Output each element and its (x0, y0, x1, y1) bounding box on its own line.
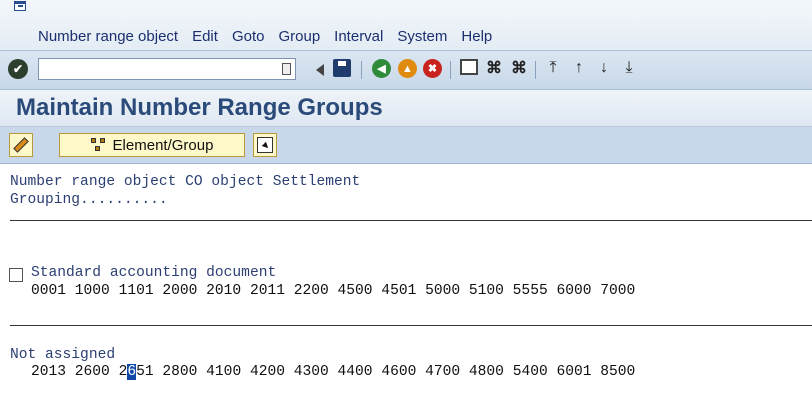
next-page-icon[interactable]: ↓ (594, 59, 614, 77)
divider (10, 325, 812, 326)
print-icon[interactable] (460, 59, 478, 75)
first-page-icon[interactable]: ⤒ (543, 59, 563, 77)
menu-system[interactable]: System (397, 28, 447, 45)
unassigned-numbers[interactable]: 2013 2600 2651 2800 4100 4200 4300 4400 … (31, 364, 635, 380)
previous-page-icon[interactable]: ↑ (569, 59, 589, 77)
find-icon[interactable]: ⌘ (485, 59, 503, 77)
standard-toolbar: ✔ ◀ ▲ ✖ ⌘ ⌘ ⤒ ↑ ↓ ⤓ (0, 50, 812, 90)
toolbar-separator (450, 61, 451, 79)
group-name-not-assigned: Not assigned (10, 347, 116, 363)
pencil-icon (13, 137, 29, 153)
command-field[interactable] (38, 58, 296, 80)
system-menu-icon[interactable] (14, 1, 26, 11)
divider (10, 220, 812, 221)
menu-goto[interactable]: Goto (232, 28, 265, 45)
numbers-after-cursor: 51 2800 4100 4200 4300 4400 4600 4700 48… (136, 364, 636, 380)
title-bar: Maintain Number Range Groups (0, 90, 812, 127)
menu-number-range-object[interactable]: Number range object (38, 28, 178, 45)
menu-edit[interactable]: Edit (192, 28, 218, 45)
back-icon[interactable]: ◀ (372, 59, 391, 78)
group-numbers: 0001 1000 1101 2000 2010 2011 2200 4500 … (31, 283, 636, 299)
group-checkbox[interactable] (9, 268, 23, 282)
group-list: Number range object CO object Settlement… (0, 164, 812, 380)
numbers-before-cursor: 2013 2600 2 (31, 364, 128, 380)
save-icon[interactable] (333, 59, 351, 77)
menu-bar: Number range object Edit Goto Group Inte… (38, 28, 492, 45)
exit-icon[interactable]: ▲ (398, 59, 417, 78)
find-next-icon[interactable]: ⌘ (510, 59, 528, 77)
command-history-icon[interactable] (282, 63, 291, 75)
menu-help[interactable]: Help (461, 28, 492, 45)
select-button[interactable] (253, 133, 277, 157)
select-cursor-icon (257, 137, 273, 153)
cancel-icon[interactable]: ✖ (423, 59, 442, 78)
last-page-icon[interactable]: ⤓ (619, 59, 639, 77)
edit-button[interactable] (9, 133, 33, 157)
group-hierarchy-icon (90, 138, 107, 152)
toolbar-separator (361, 61, 362, 79)
group-name[interactable]: Standard accounting document (31, 265, 276, 281)
grouping-line: Grouping.......... (10, 192, 168, 208)
application-toolbar: Element/Group (0, 127, 812, 164)
toolbar-separator (535, 61, 536, 79)
element-group-label: Element/Group (112, 136, 214, 154)
text-cursor: 6 (127, 364, 137, 380)
menu-group[interactable]: Group (278, 28, 320, 45)
menu-area: Number range object Edit Goto Group Inte… (0, 0, 812, 50)
back-arrow-icon[interactable] (316, 64, 324, 76)
enter-icon[interactable]: ✔ (8, 59, 28, 79)
object-line: Number range object CO object Settlement (10, 174, 361, 190)
page-title: Maintain Number Range Groups (16, 94, 383, 121)
menu-interval[interactable]: Interval (334, 28, 383, 45)
element-group-button[interactable]: Element/Group (59, 133, 245, 157)
